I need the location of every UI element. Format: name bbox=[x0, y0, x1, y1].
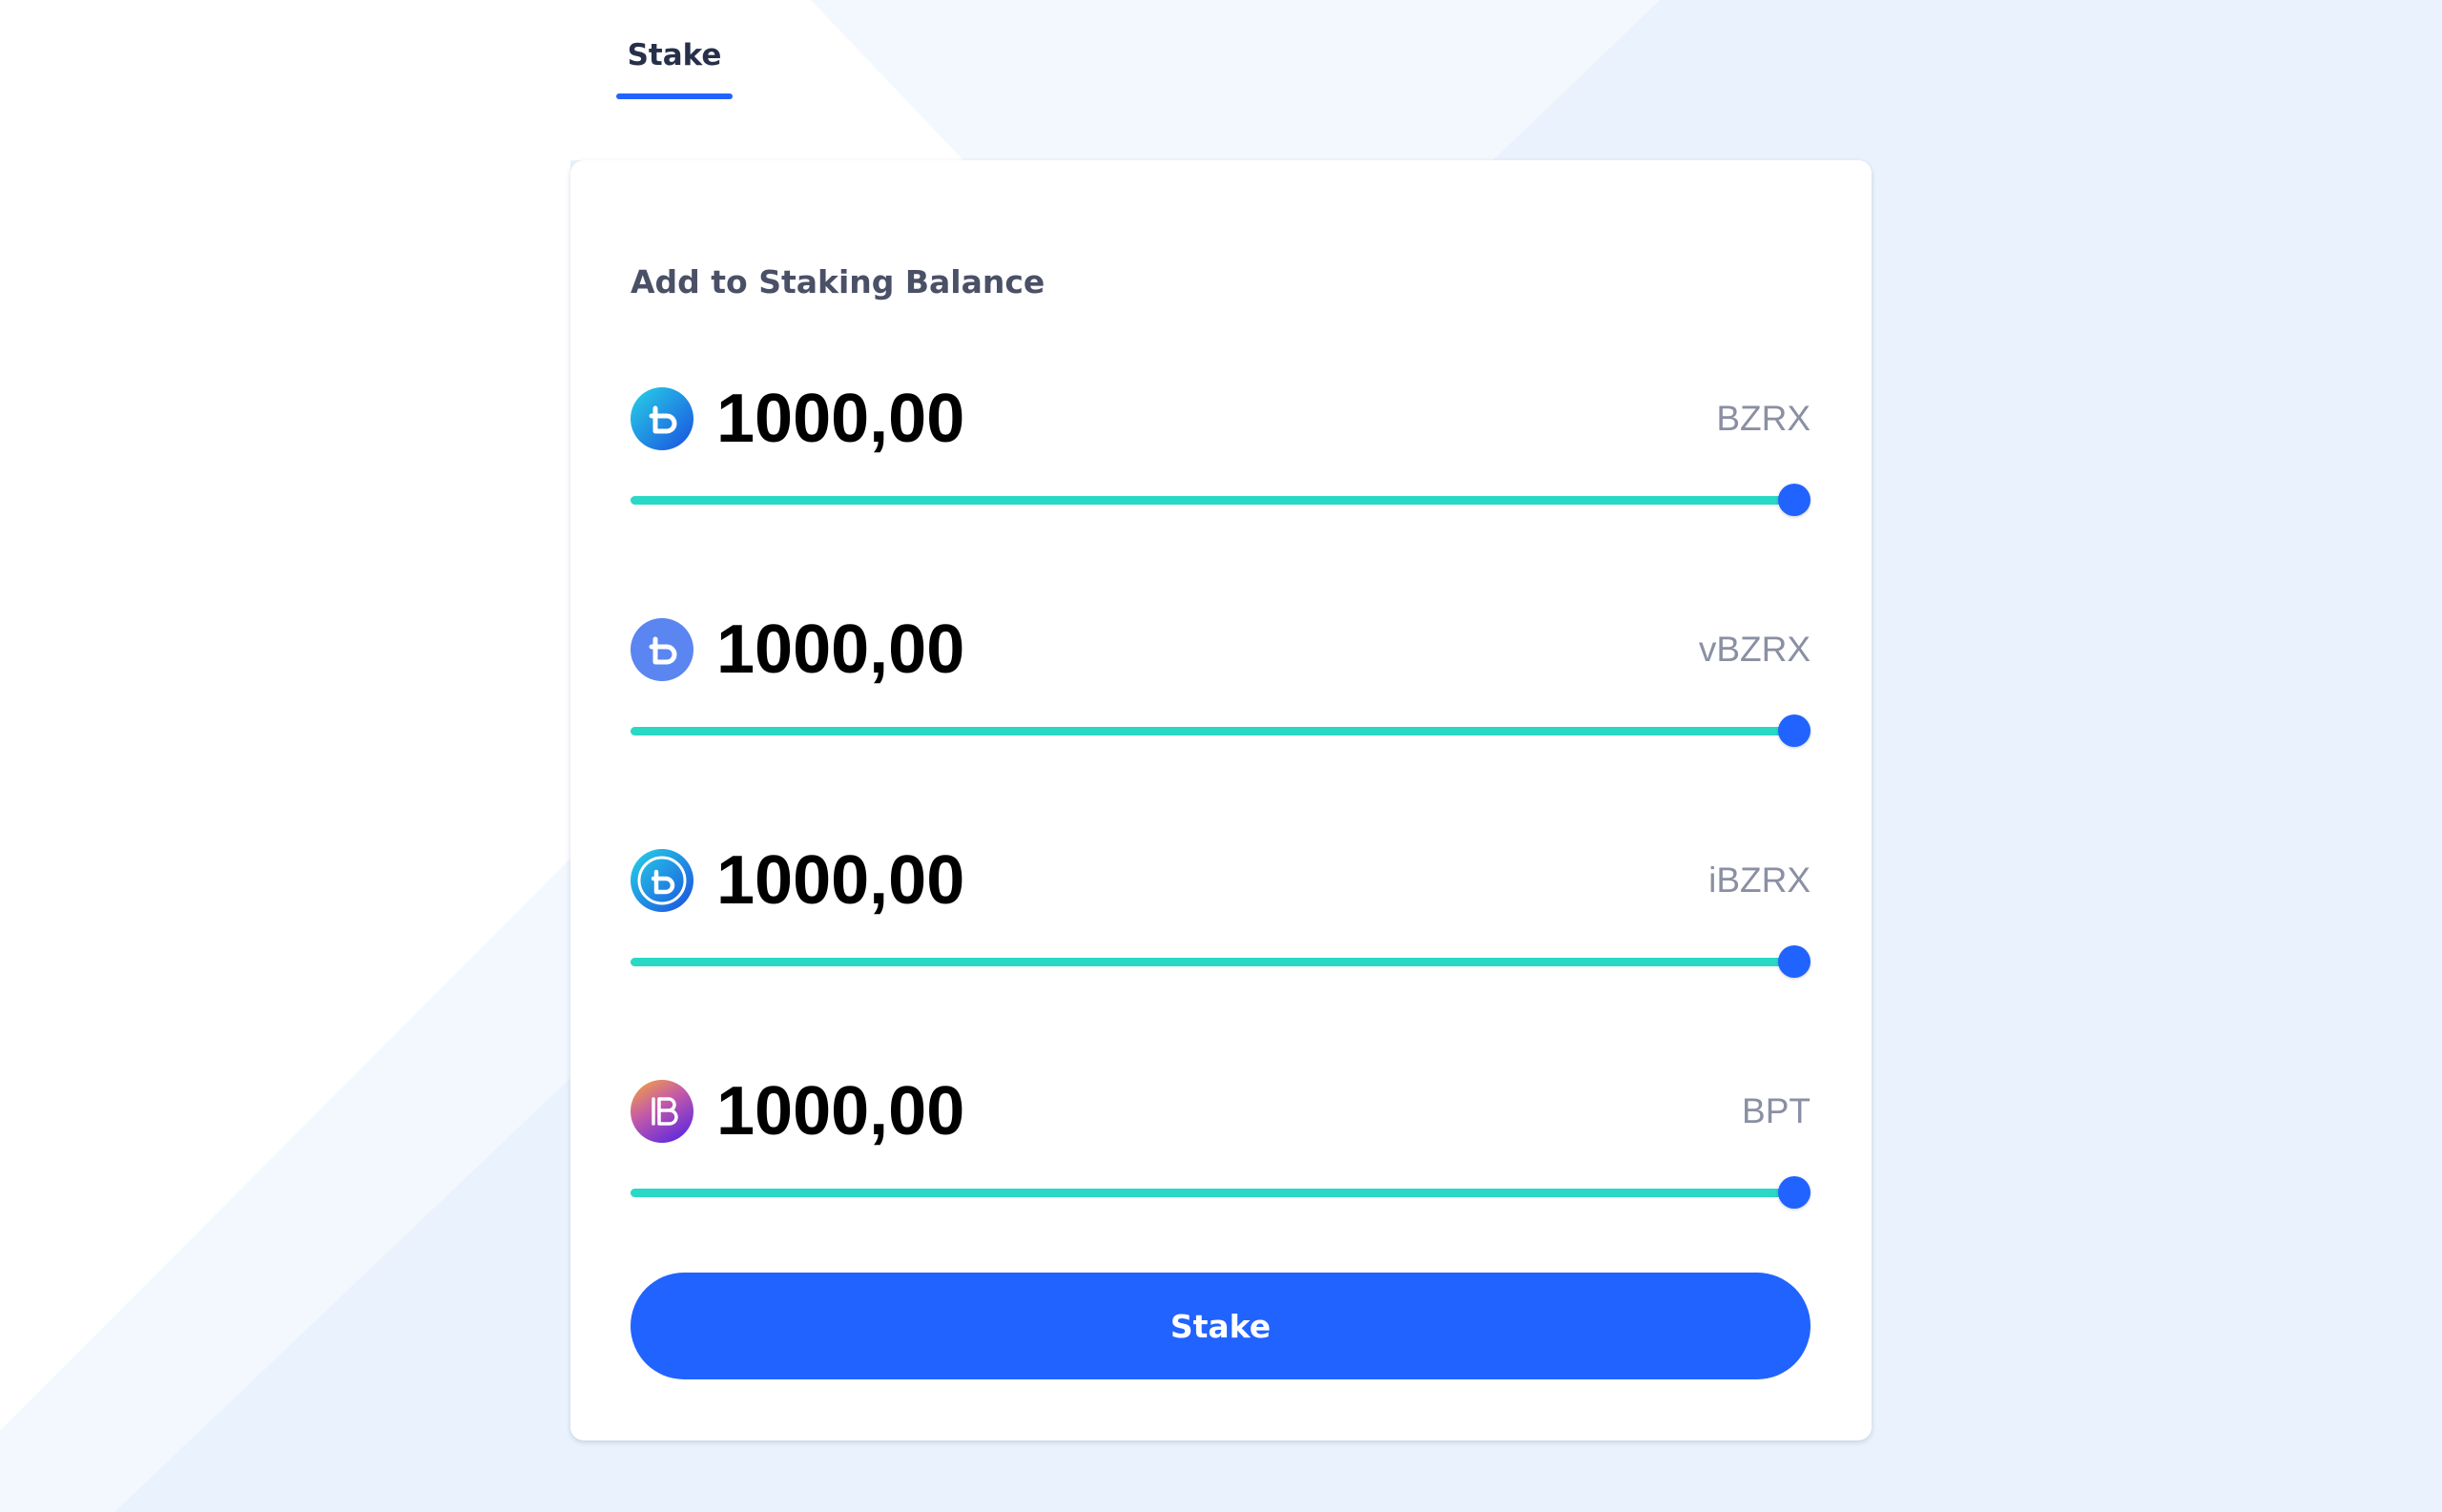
token-symbol: vBZRX bbox=[1698, 630, 1811, 669]
card-title: Add to Staking Balance bbox=[631, 263, 1045, 300]
slider-thumb[interactable] bbox=[1778, 1176, 1811, 1209]
token-amount[interactable]: 1000,00 bbox=[716, 841, 964, 920]
token-symbol: iBZRX bbox=[1708, 860, 1811, 900]
slider-thumb[interactable] bbox=[1778, 484, 1811, 516]
bpt-icon bbox=[631, 1080, 693, 1143]
amount-slider[interactable] bbox=[631, 1175, 1811, 1210]
slider-thumb[interactable] bbox=[1778, 945, 1811, 978]
token-row-vbzrx: 1000,00 vBZRX bbox=[631, 611, 1811, 761]
token-symbol: BZRX bbox=[1716, 399, 1811, 438]
slider-fill bbox=[631, 1189, 1794, 1197]
token-amount[interactable]: 1000,00 bbox=[716, 611, 964, 689]
token-row-bzrx: 1000,00 BZRX bbox=[631, 381, 1811, 530]
slider-fill bbox=[631, 727, 1794, 735]
token-row-ibzrx: 1000,00 iBZRX bbox=[631, 842, 1811, 992]
token-row-bpt: 1000,00 BPT bbox=[631, 1073, 1811, 1223]
staking-card: Add to Staking Balance 1000,00 BZRX 1000… bbox=[570, 160, 1872, 1440]
bzrx-icon bbox=[631, 387, 693, 450]
amount-slider[interactable] bbox=[631, 714, 1811, 748]
active-tab-indicator bbox=[616, 93, 733, 99]
slider-fill bbox=[631, 958, 1794, 966]
slider-thumb[interactable] bbox=[1778, 715, 1811, 747]
amount-slider[interactable] bbox=[631, 944, 1811, 979]
stake-button[interactable]: Stake bbox=[631, 1273, 1811, 1379]
ibzrx-icon bbox=[631, 849, 693, 912]
tab-stake[interactable]: Stake bbox=[616, 38, 733, 72]
token-symbol: BPT bbox=[1742, 1091, 1811, 1130]
token-amount[interactable]: 1000,00 bbox=[716, 1072, 964, 1150]
vbzrx-icon bbox=[631, 618, 693, 681]
slider-fill bbox=[631, 496, 1794, 505]
token-amount[interactable]: 1000,00 bbox=[716, 380, 964, 458]
amount-slider[interactable] bbox=[631, 483, 1811, 517]
